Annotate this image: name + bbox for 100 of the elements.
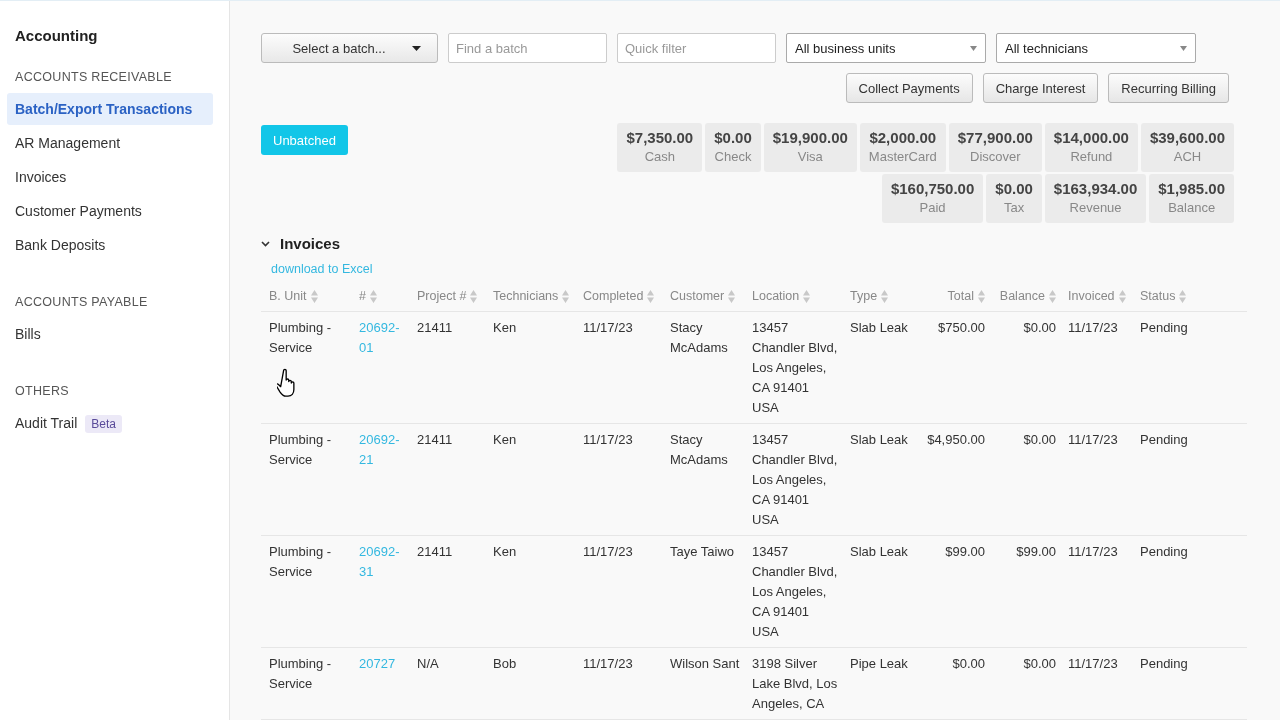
total-label: Tax [1003,200,1025,215]
total-label: Revenue [1069,200,1122,215]
column-header[interactable]: Completed [575,285,662,312]
column-header[interactable]: Type [842,285,914,312]
sidebar-item[interactable]: Customer Payments [7,195,213,227]
total-amount: $0.00 [995,180,1033,197]
column-header[interactable]: Project # [409,285,485,312]
status-cell-text: Pending [1140,655,1189,673]
quick-filter-field[interactable]: Quick filter [617,33,776,63]
column-header[interactable]: Technicians [485,285,575,312]
total-label: MasterCard [868,149,937,164]
date-cell-text: 11/17/23 [1068,655,1119,673]
location-cell-text: 13457 Chandler Blvd, Los Angeles, CA 91401 USA [752,543,838,641]
column-header[interactable]: B. Unit [261,285,351,312]
sort-icon [562,289,570,303]
total-label: Visa [797,149,823,164]
total-amount: $0.00 [714,129,752,146]
column-header[interactable]: Invoiced [1060,285,1132,312]
sort-icon [978,289,985,303]
sort-icon [1049,289,1056,303]
total-amount: $163,934.00 [1053,180,1138,197]
column-header[interactable]: Customer [662,285,744,312]
total-cell-text: $4,950.00 [926,431,985,449]
business-units-select[interactable]: All business units [786,33,986,63]
customer-cell-text: Taye Taiwo [670,543,736,561]
column-header[interactable]: Total [914,285,989,312]
total-amount: $14,000.00 [1053,129,1129,146]
business-unit-cell-text: Plumbing - Service [269,319,333,357]
column-header[interactable]: Status [1132,285,1247,312]
invoice-link[interactable]: 20692-01 [359,318,405,358]
sidebar-item[interactable]: Batch/Export Transactions [7,93,213,125]
date-cell-text: 11/17/23 [1068,431,1119,449]
technicians-select[interactable]: All technicians [996,33,1196,63]
total-label: Paid [919,200,946,215]
column-header[interactable]: Location [744,285,842,312]
balance-cell-text: $0.00 [1022,319,1056,337]
total-cell-text: $0.00 [951,655,985,673]
caret-icon [970,45,977,51]
customer-cell-text: Stacy McAdams [670,319,729,357]
project-cell-text: 21411 [417,431,454,449]
sort-icon [310,289,318,303]
business-unit-cell-text: Plumbing - Service [269,655,333,693]
sidebar-item[interactable]: AR Management [7,127,213,159]
balance-cell-text: $0.00 [1022,655,1056,673]
technician-cell-text: Ken [493,319,518,337]
sidebar-item[interactable]: Invoices [7,161,213,193]
find-batch-field[interactable]: Find a batch [448,33,607,63]
column-header[interactable]: # [351,285,409,312]
caret-icon [1180,45,1187,51]
total-amount: $2,000.00 [869,129,937,146]
total-label: Balance [1168,200,1216,215]
type-cell-text: Slab Leak [850,543,909,561]
total-amount: $39,600.00 [1149,129,1225,146]
status-cell-text: Pending [1140,319,1189,337]
total-label: Refund [1070,149,1113,164]
invoice-link[interactable]: 20727 [359,654,405,674]
balance-cell-text: $99.00 [1015,543,1056,561]
technician-cell-text: Bob [493,655,518,673]
action-button[interactable]: Charge Interest [982,73,1099,103]
caret-icon [411,45,421,51]
date-cell-text: 11/17/23 [583,655,634,673]
unbatched-button[interactable]: Unbatched [261,125,348,155]
total-cell-text: $99.00 [944,543,985,561]
sidebar-item[interactable]: Bills [7,318,213,350]
location-cell-text: 13457 Chandler Blvd, Los Angeles, CA 91401 USA [752,431,838,529]
chevron-icon[interactable] [261,240,270,247]
date-cell-text: 11/17/23 [1068,319,1119,337]
action-button[interactable]: Recurring Billing [1108,73,1229,103]
project-cell-text: N/A [417,655,440,673]
invoice-link[interactable]: 20692-21 [359,430,405,470]
total-amount: $77,900.00 [957,129,1033,146]
balance-cell-text: $0.00 [1022,431,1056,449]
action-button[interactable]: Collect Payments [845,73,973,103]
customer-cell-text: Wilson Sant [670,655,740,673]
total-amount: $7,350.00 [626,129,694,146]
total-label: Discover [970,149,1021,164]
sort-icon [803,289,811,303]
status-cell-text: Pending [1140,431,1189,449]
beta-badge: Beta [85,415,122,433]
download-link[interactable]: download to Excel [271,262,373,276]
project-cell-text: 21411 [417,543,454,561]
type-cell-text: Slab Leak [850,431,909,449]
total-amount: $19,900.00 [772,129,848,146]
business-unit-cell-text: Plumbing - Service [269,431,333,469]
sort-icon [1179,289,1187,303]
sidebar-item[interactable]: Audit Trail [7,407,86,439]
column-header[interactable]: Balance [989,285,1060,312]
sidebar-item[interactable]: Bank Deposits [7,229,213,261]
total-cell-text: $750.00 [937,319,985,337]
sort-icon [881,289,889,303]
total-label: ACH [1173,149,1202,164]
total-amount: $1,985.00 [1158,180,1225,197]
total-label: Check [714,149,752,164]
sort-icon [369,289,377,303]
sort-icon [728,289,736,303]
batch-dropdown[interactable]: Select a batch... [261,33,438,63]
section-heading: ACCOUNTS PAYABLE [14,295,149,309]
date-cell-text: 11/17/23 [1068,543,1119,561]
invoice-link[interactable]: 20692-31 [359,542,405,582]
section-heading: OTHERS [14,384,70,398]
